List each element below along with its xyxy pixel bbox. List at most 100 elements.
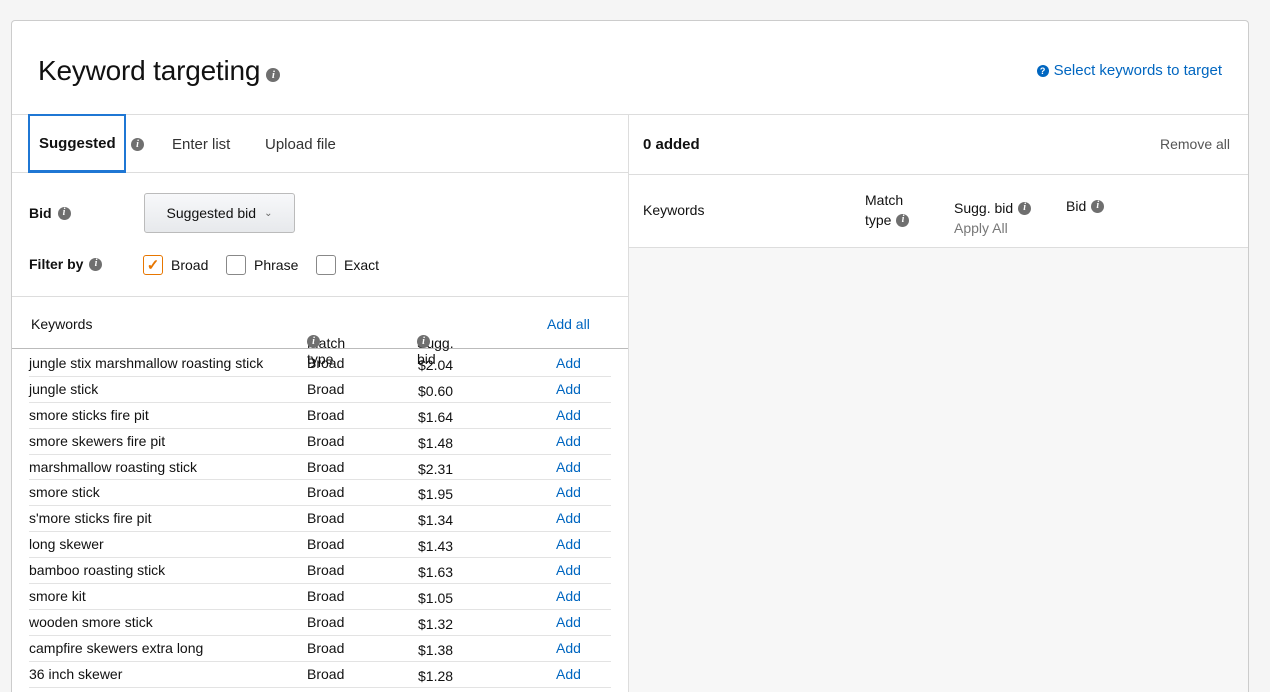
add-keyword-button[interactable]: Add — [556, 484, 581, 500]
match-type-cell: Broad — [307, 406, 345, 423]
filter-by-label: Filter by — [29, 256, 84, 272]
table-row: jungle stix marshmallow roasting stick Br… — [29, 351, 611, 377]
checkmark-icon[interactable]: ✓ — [143, 255, 163, 275]
table-row: s'more sticks fire pit Broad $1.34 Add — [29, 506, 611, 533]
bid-dropdown-value: Suggested bid — [166, 205, 257, 221]
keyword-cell: bamboo roasting stick — [29, 562, 166, 579]
keyword-cell: jungle stix marshmallow roasting stick — [29, 355, 264, 371]
checkbox-empty[interactable] — [316, 255, 336, 275]
match-type-cell: Broad — [307, 639, 345, 656]
keyword-cell: long skewer — [29, 536, 104, 553]
filter-phrase-label: Phrase — [254, 257, 299, 273]
add-keyword-button[interactable]: Add — [556, 381, 581, 397]
tab-enter-list-label: Enter list — [172, 135, 231, 153]
add-keyword-button[interactable]: Add — [556, 640, 581, 656]
keyword-cell: wooden smore stick — [29, 613, 153, 630]
table-row: wooden smore stick Broad $1.32 Add — [29, 610, 611, 636]
info-icon[interactable]: i — [131, 138, 144, 151]
filter-broad-checkbox[interactable]: ✓ Broad — [143, 255, 208, 275]
added-keywords-panel: 0 added Remove all Keywords Match type i… — [629, 115, 1248, 692]
filter-exact-checkbox[interactable]: Exact — [316, 255, 379, 275]
added-count: 0 added — [643, 136, 700, 153]
tab-upload-file[interactable]: Upload file — [265, 115, 336, 173]
info-icon[interactable]: i — [417, 335, 430, 348]
col-sugg-bid-label: Sugg. bid — [954, 200, 1014, 216]
add-keyword-button[interactable]: Add — [556, 433, 581, 449]
table-row: marshmallow roasting stick Broad $2.31 Add — [29, 455, 611, 481]
match-type-cell: Broad — [307, 588, 345, 605]
add-keyword-button[interactable]: Add — [556, 536, 581, 552]
table-row: smore stick Broad $1.95 Add — [29, 480, 611, 507]
tab-upload-file-label: Upload file — [265, 135, 336, 153]
keyword-cell: campfire skewers extra long — [29, 639, 204, 656]
page-title-container: Keyword targeting i — [38, 55, 281, 87]
filter-phrase-checkbox[interactable]: Phrase — [226, 255, 298, 275]
sugg-bid-cell: $2.04 — [418, 357, 454, 373]
added-table-header: Keywords Match type i Sugg. bid i Apply … — [629, 175, 1248, 248]
sugg-bid-cell: $0.60 — [418, 382, 454, 399]
keyword-cell: jungle stick — [29, 380, 99, 397]
info-icon[interactable]: i — [896, 213, 910, 227]
add-keyword-button[interactable]: Add — [556, 407, 581, 423]
col-match-type-line2-group: type i — [865, 210, 910, 230]
tab-suggested[interactable]: Suggested — [28, 114, 126, 173]
checkbox-empty[interactable] — [226, 255, 246, 275]
col-bid-label: Bid — [1066, 198, 1087, 214]
add-keyword-button[interactable]: Add — [556, 459, 581, 475]
bid-filter-section: Bid i Suggested bid ⌄ Filter by i ✓ Broa… — [12, 173, 628, 297]
col-match-type: Match type i — [865, 190, 910, 230]
add-keyword-button[interactable]: Add — [556, 562, 581, 578]
sugg-bid-cell: $1.32 — [418, 615, 454, 632]
match-type-cell: Broad — [307, 510, 345, 527]
info-icon[interactable]: i — [1018, 201, 1032, 215]
table-row: smore sticks fire pit Broad $1.64 Add — [29, 403, 611, 429]
bid-dropdown[interactable]: Suggested bid ⌄ — [144, 193, 295, 233]
remove-all-button[interactable]: Remove all — [1160, 136, 1230, 152]
bid-label: Bid — [29, 205, 52, 221]
match-type-cell: Broad — [307, 562, 345, 579]
tab-enter-list[interactable]: Enter list — [172, 115, 230, 173]
select-keywords-help-link[interactable]: ? Select keywords to target — [1036, 62, 1222, 79]
page-title: Keyword targeting — [38, 55, 261, 86]
apply-all-button[interactable]: Apply All — [954, 218, 1031, 238]
keyword-table-header: Keywords Match type i Sugg. bid i Add al… — [12, 297, 628, 367]
info-icon[interactable]: i — [266, 68, 281, 82]
match-type-cell: Broad — [307, 536, 345, 553]
match-type-cell: Broad — [307, 355, 345, 371]
info-icon[interactable]: i — [307, 335, 320, 348]
match-type-cell: Broad — [307, 484, 345, 501]
add-all-button[interactable]: Add all — [547, 316, 590, 332]
sugg-bid-cell: $1.63 — [418, 564, 454, 581]
sugg-bid-cell: $1.38 — [418, 641, 454, 658]
col-keywords: Keywords — [643, 202, 705, 218]
table-row: smore skewers fire pit Broad $1.48 Add — [29, 429, 611, 455]
info-icon[interactable]: i — [1091, 199, 1105, 213]
keyword-cell: smore kit — [29, 588, 86, 605]
keyword-cell: s'more sticks fire pit — [29, 510, 152, 527]
keyword-cell: 36 inch skewer — [29, 665, 123, 682]
table-row: bamboo roasting stick Broad $1.63 Add — [29, 558, 611, 585]
add-keyword-button[interactable]: Add — [556, 355, 581, 371]
add-keyword-button[interactable]: Add — [556, 510, 581, 526]
chevron-down-icon: ⌄ — [264, 207, 273, 219]
keyword-cell: smore skewers fire pit — [29, 432, 166, 449]
col-keywords: Keywords — [31, 316, 93, 332]
info-icon[interactable]: i — [89, 257, 103, 271]
table-row: smore kit Broad $1.05 Add — [29, 584, 611, 610]
card-header: Keyword targeting i ? Select keywords to… — [12, 21, 1248, 115]
keyword-cell: marshmallow roasting stick — [29, 458, 198, 475]
info-icon[interactable]: i — [57, 206, 71, 220]
keyword-targeting-card: Keyword targeting i ? Select keywords to… — [11, 20, 1249, 692]
bid-label-group: Bid i — [29, 205, 71, 221]
add-keyword-button[interactable]: Add — [556, 614, 581, 630]
add-keyword-button[interactable]: Add — [556, 666, 581, 682]
keyword-source-tabs: Suggested i Enter list Upload file — [12, 114, 628, 173]
col-match-type-line1: Match — [865, 192, 904, 208]
add-keyword-button[interactable]: Add — [556, 588, 581, 604]
keyword-cell: smore sticks fire pit — [29, 406, 149, 423]
col-sugg-bid: Sugg. bid i Apply All — [954, 198, 1032, 238]
sugg-bid-cell: $1.28 — [418, 667, 454, 684]
added-bar: 0 added Remove all — [629, 115, 1248, 175]
match-type-cell: Broad — [307, 458, 345, 475]
sugg-bid-cell: $1.43 — [418, 538, 454, 555]
